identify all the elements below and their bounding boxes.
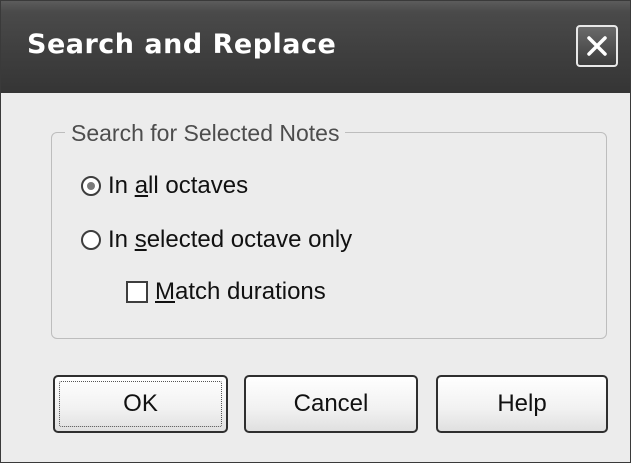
radio-button-checked[interactable] xyxy=(81,176,101,196)
match-durations-checkbox-row[interactable]: Match durations xyxy=(126,278,326,306)
title-bar[interactable]: Search and Replace xyxy=(1,1,630,93)
radio-button[interactable] xyxy=(81,230,101,250)
match-durations-checkbox[interactable] xyxy=(126,281,148,303)
help-button[interactable]: Help xyxy=(436,375,608,433)
ok-button[interactable]: OK xyxy=(53,375,228,433)
radio-selected-octave[interactable]: In selected octave only xyxy=(81,226,352,254)
group-label: Search for Selected Notes xyxy=(65,120,346,147)
match-durations-label: Match durations xyxy=(155,278,326,305)
close-button[interactable] xyxy=(576,25,618,67)
radio-all-octaves[interactable]: In all octaves xyxy=(81,172,248,200)
close-icon xyxy=(587,36,607,56)
radio-all-octaves-label: In all octaves xyxy=(108,172,249,199)
cancel-button[interactable]: Cancel xyxy=(244,375,418,433)
search-replace-dialog: Search and Replace Search for Selected N… xyxy=(0,0,631,463)
radio-selected-octave-label: In selected octave only xyxy=(108,226,353,253)
dialog-title: Search and Replace xyxy=(27,29,337,60)
